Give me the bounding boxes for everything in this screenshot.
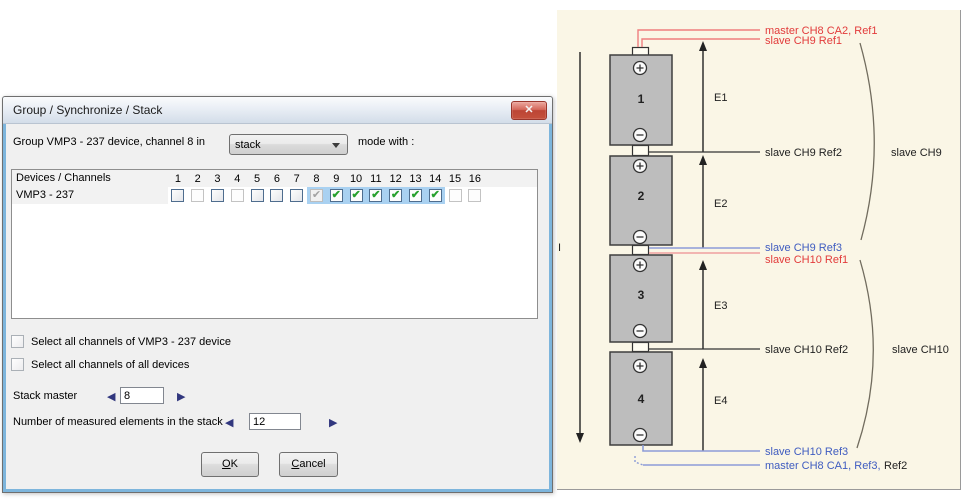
wire-label-master-ca1: master CH8 CA1, Ref3, [765, 460, 881, 472]
channel-column-header-3: 3 [208, 173, 228, 185]
dialog-client-area: Group VMP3 - 237 device, channel 8 in st… [6, 124, 549, 489]
stack-master-label: Stack master [13, 390, 77, 402]
stack-diagram-svg: I [557, 10, 960, 489]
channel-checkbox-12[interactable] [389, 189, 402, 202]
current-label: I [558, 242, 561, 254]
channel-checkbox-13[interactable] [409, 189, 422, 202]
channel-checkbox-4[interactable] [231, 189, 244, 202]
cell-number-3: 3 [638, 288, 645, 302]
stack-wiring-diagram: I [557, 10, 961, 490]
channel-column-header-6: 6 [267, 173, 287, 185]
measured-elements-input[interactable] [249, 413, 301, 430]
ok-button[interactable]: OK [201, 452, 259, 477]
channel-column-header-10: 10 [346, 173, 366, 185]
devices-channels-table: Devices / Channels 1 2 3 4 5 6 7 8 9 10 … [11, 169, 538, 319]
cell-number-4: 4 [638, 392, 645, 406]
table-header-row: Devices / Channels 1 2 3 4 5 6 7 8 9 10 … [12, 170, 537, 187]
channel-checkbox-11[interactable] [369, 189, 382, 202]
channel-column-header-5: 5 [247, 173, 267, 185]
measured-elements-decrement-icon[interactable]: ◀ [225, 416, 233, 429]
close-button[interactable]: ✕ [511, 101, 547, 120]
channel-checkbox-14[interactable] [429, 189, 442, 202]
wire-label-slave10-ref1: slave CH10 Ref1 [765, 254, 848, 266]
chevron-down-icon [332, 143, 340, 148]
channel-column-header-8: 8 [307, 173, 327, 185]
brace-slave-ch10 [857, 260, 873, 448]
channel-column-header-16: 16 [465, 173, 485, 185]
emf-label-e2: E2 [714, 198, 727, 210]
mode-select[interactable]: stack [229, 134, 348, 155]
cell-number-2: 2 [638, 189, 645, 203]
wire-label-master-ca1-ref2: Ref2 [884, 460, 907, 472]
terminal-cap-1-2 [633, 146, 649, 156]
channel-column-header-4: 4 [227, 173, 247, 185]
stack-master-decrement-icon[interactable]: ◀ [107, 390, 115, 403]
emf-label-e4: E4 [714, 395, 727, 407]
stack-master-increment-icon[interactable]: ▶ [177, 390, 185, 403]
channel-column-header-1: 1 [168, 173, 188, 185]
table-row: VMP3 - 237 [12, 187, 537, 204]
channel-column-header-13: 13 [406, 173, 426, 185]
red-wires-top [638, 30, 760, 47]
channel-checkbox-1[interactable] [171, 189, 184, 202]
cell-number-1: 1 [638, 92, 645, 106]
wire-label-slave9-ref1: slave CH9 Ref1 [765, 35, 842, 47]
blue-wire-ch10-ref3 [643, 445, 760, 451]
channel-checkbox-16[interactable] [468, 189, 481, 202]
wire-label-slave9-ref3: slave CH9 Ref3 [765, 242, 842, 254]
terminal-cap-2-3 [633, 246, 649, 255]
channel-checkbox-8[interactable] [310, 189, 323, 202]
terminal-cap-3-4 [633, 343, 649, 352]
current-arrowhead-icon [576, 433, 584, 443]
select-all-device-label: Select all channels of VMP3 - 237 device [31, 336, 231, 348]
mode-select-value: stack [235, 139, 261, 151]
emf-label-e1: E1 [714, 92, 727, 104]
close-icon: ✕ [524, 104, 533, 116]
wire-label-slave9-ref2: slave CH9 Ref2 [765, 147, 842, 159]
channel-checkbox-3[interactable] [211, 189, 224, 202]
channel-checkbox-7[interactable] [290, 189, 303, 202]
channel-column-header-9: 9 [326, 173, 346, 185]
channel-column-header-12: 12 [386, 173, 406, 185]
device-name-cell: VMP3 - 237 [12, 187, 168, 204]
select-all-devices-checkbox[interactable] [11, 358, 24, 371]
dialog-titlebar[interactable]: Group / Synchronize / Stack ✕ [3, 97, 552, 124]
channel-checkbox-5[interactable] [251, 189, 264, 202]
channel-column-header-7: 7 [287, 173, 307, 185]
measured-elements-increment-icon[interactable]: ▶ [329, 416, 337, 429]
blue-wire-dotted-segment [635, 456, 643, 465]
wire-label-slave10-ref3: slave CH10 Ref3 [765, 446, 848, 458]
channel-checkbox-9[interactable] [330, 189, 343, 202]
group-label-slave-ch9: slave CH9 [891, 147, 942, 159]
dialog-title: Group / Synchronize / Stack [13, 103, 162, 117]
channel-column-header-11: 11 [366, 173, 386, 185]
screen: Group / Synchronize / Stack ✕ Group VMP3… [0, 0, 973, 499]
channel-checkbox-15[interactable] [449, 189, 462, 202]
select-all-device-checkbox[interactable] [11, 335, 24, 348]
group-suffix-label: mode with : [358, 136, 414, 148]
measured-elements-label: Number of measured elements in the stack [13, 416, 223, 428]
group-label-slave-ch10: slave CH10 [892, 344, 949, 356]
group-prefix-label: Group VMP3 - 237 device, channel 8 in [13, 136, 205, 148]
brace-slave-ch9 [860, 43, 874, 240]
devices-channels-header: Devices / Channels [12, 170, 168, 187]
channel-column-header-15: 15 [445, 173, 465, 185]
select-all-devices-label: Select all channels of all devices [31, 359, 189, 371]
wire-label-slave10-ref2: slave CH10 Ref2 [765, 344, 848, 356]
emf-label-e3: E3 [714, 300, 727, 312]
channel-column-header-14: 14 [425, 173, 445, 185]
channel-column-header-2: 2 [188, 173, 208, 185]
channel-checkbox-6[interactable] [270, 189, 283, 202]
channel-checkbox-10[interactable] [350, 189, 363, 202]
cancel-button[interactable]: Cancel [279, 452, 338, 477]
stack-master-input[interactable] [120, 387, 164, 404]
channel-checkbox-2[interactable] [191, 189, 204, 202]
group-synchronize-stack-dialog: Group / Synchronize / Stack ✕ Group VMP3… [2, 96, 553, 493]
